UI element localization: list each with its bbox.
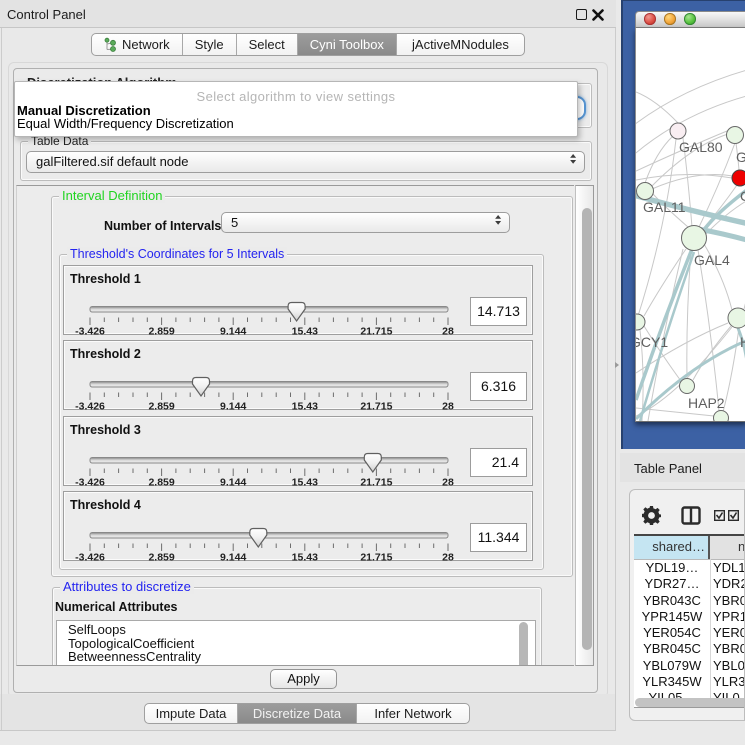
svg-text:C: C bbox=[740, 188, 745, 204]
svg-text:H: H bbox=[740, 334, 745, 350]
svg-text:15.43: 15.43 bbox=[292, 326, 318, 337]
svg-text:GAL80: GAL80 bbox=[679, 139, 723, 155]
svg-text:28: 28 bbox=[442, 401, 454, 412]
svg-text:15.43: 15.43 bbox=[292, 552, 318, 563]
svg-text:28: 28 bbox=[442, 552, 454, 563]
svg-text:GA: GA bbox=[736, 149, 745, 165]
svg-text:9.144: 9.144 bbox=[220, 477, 246, 488]
svg-text:GAL4: GAL4 bbox=[694, 252, 730, 268]
svg-text:GCY1: GCY1 bbox=[636, 334, 668, 350]
svg-text:15.43: 15.43 bbox=[292, 401, 318, 412]
svg-text:9.144: 9.144 bbox=[220, 326, 246, 337]
svg-text:21.715: 21.715 bbox=[360, 477, 392, 488]
svg-text:15.43: 15.43 bbox=[292, 477, 318, 488]
svg-text:21.715: 21.715 bbox=[360, 401, 392, 412]
svg-text:21.715: 21.715 bbox=[360, 552, 392, 563]
svg-text:28: 28 bbox=[442, 326, 454, 337]
svg-text:28: 28 bbox=[442, 477, 454, 488]
svg-text:2.859: 2.859 bbox=[148, 326, 174, 337]
svg-text:21.715: 21.715 bbox=[360, 326, 392, 337]
svg-text:-3.426: -3.426 bbox=[75, 401, 105, 412]
svg-text:2.859: 2.859 bbox=[148, 477, 174, 488]
svg-text:GAL11: GAL11 bbox=[643, 199, 686, 215]
svg-text:-3.426: -3.426 bbox=[75, 477, 105, 488]
svg-text:2.859: 2.859 bbox=[148, 552, 174, 563]
svg-text:-3.426: -3.426 bbox=[75, 326, 105, 337]
svg-text:-3.426: -3.426 bbox=[75, 552, 105, 563]
svg-text:HAP2: HAP2 bbox=[688, 395, 725, 411]
svg-text:9.144: 9.144 bbox=[220, 401, 246, 412]
svg-text:2.859: 2.859 bbox=[148, 401, 174, 412]
svg-text:9.144: 9.144 bbox=[220, 552, 246, 563]
